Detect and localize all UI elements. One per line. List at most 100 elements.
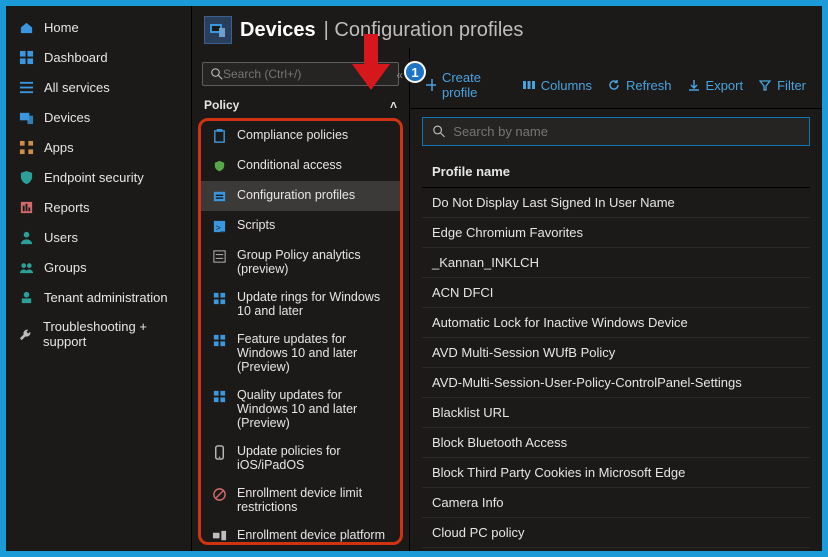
nav-item-dashboard[interactable]: Dashboard — [6, 42, 191, 72]
create-profile-button[interactable]: Create profile — [426, 70, 507, 100]
nav-item-users[interactable]: Users — [6, 222, 191, 252]
policy-item-group-policy-analytics-preview[interactable]: Group Policy analytics (preview) — [201, 241, 400, 283]
policy-item-feature-updates-for-windows-and-later-preview[interactable]: Feature updates for Windows 10 and later… — [201, 325, 400, 381]
page-title: Devices — [240, 19, 316, 42]
policy-menu: Compliance policies Conditional accessCon… — [198, 118, 403, 545]
download-icon — [688, 79, 700, 91]
policy-item-update-rings-for-windows-and-later[interactable]: Update rings for Windows 10 and later — [201, 283, 400, 325]
nav-label: All services — [44, 80, 110, 95]
refresh-icon — [608, 79, 620, 91]
refresh-button[interactable]: Refresh — [608, 78, 672, 93]
table-row[interactable]: Do Not Display Last Signed In User Name — [422, 188, 810, 218]
policy-label: Compliance policies — [237, 128, 390, 142]
script-icon: >_ — [211, 218, 227, 234]
nav-label: Dashboard — [44, 50, 108, 65]
table-row[interactable]: Cloud PC RDP Settings Policy — [422, 548, 810, 551]
nav-item-endpoint-security[interactable]: Endpoint security — [6, 162, 191, 192]
export-button[interactable]: Export — [688, 78, 744, 93]
table-row[interactable]: Camera Info — [422, 488, 810, 518]
nav-label: Users — [44, 230, 78, 245]
nav-item-tenant-administration[interactable]: Tenant administration — [6, 282, 191, 312]
groups-icon — [18, 259, 34, 275]
ios-icon — [211, 444, 227, 460]
policy-label: Enrollment device platform restrictions — [237, 528, 390, 545]
annotation-badge-1: 1 — [404, 61, 426, 83]
columns-icon — [523, 79, 535, 91]
policy-label: Scripts — [237, 218, 390, 232]
nav-label: Home — [44, 20, 79, 35]
policy-section-header[interactable]: Policy ˄ — [192, 92, 409, 118]
devices-icon — [18, 109, 34, 125]
nav-label: Troubleshooting + support — [43, 319, 179, 349]
gpo-icon — [211, 248, 227, 264]
win-icon — [211, 332, 227, 348]
nav-item-reports[interactable]: Reports — [6, 192, 191, 222]
nav-item-groups[interactable]: Groups — [6, 252, 191, 282]
table-row[interactable]: AVD Multi-Session WUfB Policy — [422, 338, 810, 368]
column-header-profile-name[interactable]: Profile name — [422, 156, 810, 188]
nav-label: Endpoint security — [44, 170, 144, 185]
annotation-arrow — [346, 34, 394, 94]
policy-label: Update rings for Windows 10 and later — [237, 290, 390, 318]
chevron-up-icon: ˄ — [390, 98, 397, 112]
nav-item-apps[interactable]: Apps — [6, 132, 191, 162]
collapse-blade-button[interactable]: « — [396, 68, 403, 82]
win-icon — [211, 388, 227, 404]
config-icon — [211, 188, 227, 204]
list-icon — [18, 79, 34, 95]
tenant-icon — [18, 289, 34, 305]
clipboard-icon — [211, 128, 227, 144]
search-icon — [211, 68, 223, 80]
blade-search-input[interactable] — [223, 67, 303, 81]
nav-item-home[interactable]: Home — [6, 12, 191, 42]
command-bar: Create profile Columns Refresh Export Fi… — [410, 62, 822, 109]
dashboard-icon — [18, 49, 34, 65]
table-row[interactable]: Block Third Party Cookies in Microsoft E… — [422, 458, 810, 488]
nav-item-devices[interactable]: Devices — [6, 102, 191, 132]
policy-item-enrollment-device-platform-restrictions[interactable]: Enrollment device platform restrictions — [201, 521, 400, 545]
policy-label: Quality updates for Windows 10 and later… — [237, 388, 390, 430]
table-row[interactable]: Blacklist URL — [422, 398, 810, 428]
win-icon — [211, 290, 227, 306]
profiles-list: Do Not Display Last Signed In User NameE… — [422, 188, 810, 551]
policy-item-update-policies-for-ios-ipados[interactable]: Update policies for iOS/iPadOS — [201, 437, 400, 479]
policy-item-enrollment-device-limit-restrictions[interactable]: Enrollment device limit restrictions — [201, 479, 400, 521]
policy-item-quality-updates-for-windows-and-later-preview[interactable]: Quality updates for Windows 10 and later… — [201, 381, 400, 437]
table-row[interactable]: Cloud PC policy — [422, 518, 810, 548]
search-icon — [433, 125, 445, 138]
policy-item-compliance-policies[interactable]: Compliance policies — [201, 121, 400, 151]
nav-label: Groups — [44, 260, 87, 275]
filter-button[interactable]: Filter — [759, 78, 806, 93]
wrench-icon — [18, 326, 33, 342]
page-header: Devices | Configuration profiles … HOW T… — [192, 6, 802, 48]
columns-button[interactable]: Columns — [523, 78, 592, 93]
table-row[interactable]: Block Bluetooth Access — [422, 428, 810, 458]
table-row[interactable]: Automatic Lock for Inactive Windows Devi… — [422, 308, 810, 338]
home-icon — [18, 19, 34, 35]
nav-label: Devices — [44, 110, 90, 125]
filter-icon — [759, 79, 771, 91]
nav-label: Tenant administration — [44, 290, 168, 305]
table-row[interactable]: _Kannan_INKLCH — [422, 248, 810, 278]
policy-label: Update policies for iOS/iPadOS — [237, 444, 390, 472]
shield-sm-icon — [211, 158, 227, 174]
profiles-search-input[interactable] — [453, 124, 799, 139]
profiles-panel: Create profile Columns Refresh Export Fi… — [410, 6, 822, 551]
nav-label: Reports — [44, 200, 90, 215]
table-row[interactable]: AVD-Multi-Session-User-Policy-ControlPan… — [422, 368, 810, 398]
limit-icon — [211, 486, 227, 502]
policy-label: Feature updates for Windows 10 and later… — [237, 332, 390, 374]
table-row[interactable]: ACN DFCI — [422, 278, 810, 308]
nav-label: Apps — [44, 140, 74, 155]
policy-item-conditional-access[interactable]: Conditional access — [201, 151, 400, 181]
policy-label: Group Policy analytics (preview) — [237, 248, 390, 276]
policy-item-configuration-profiles[interactable]: Configuration profiles — [201, 181, 400, 211]
nav-item-all-services[interactable]: All services — [6, 72, 191, 102]
table-row[interactable]: Edge Chromium Favorites — [422, 218, 810, 248]
platform-icon — [211, 528, 227, 544]
profiles-search[interactable] — [422, 117, 810, 146]
plus-icon — [426, 79, 436, 91]
nav-item-troubleshooting-support[interactable]: Troubleshooting + support — [6, 312, 191, 356]
policy-item-scripts[interactable]: >_ Scripts — [201, 211, 400, 241]
reports-icon — [18, 199, 34, 215]
